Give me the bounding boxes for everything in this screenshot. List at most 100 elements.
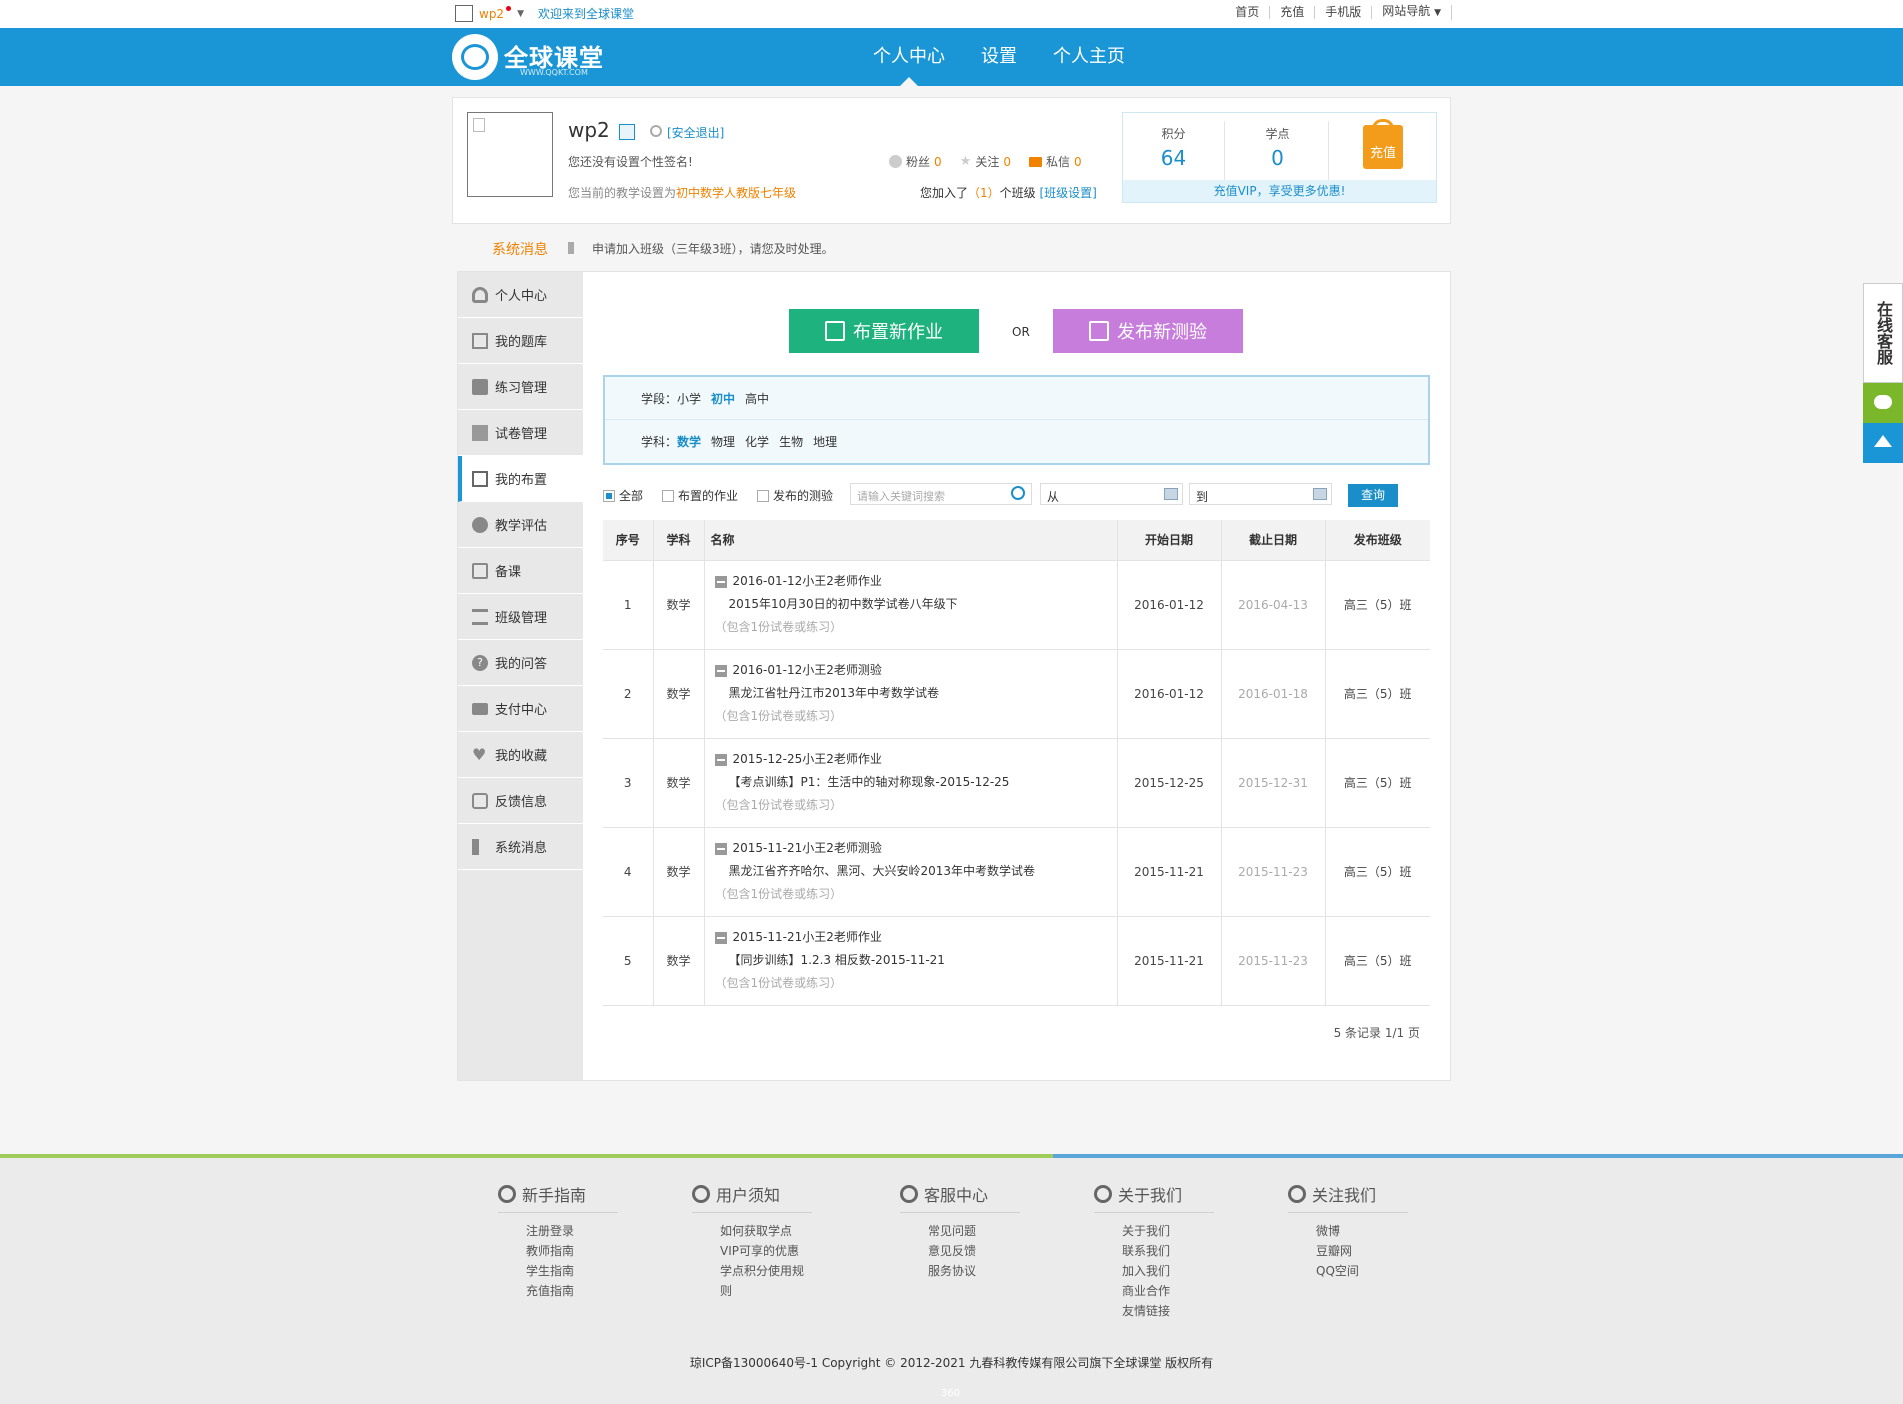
search-icon[interactable] <box>1011 486 1025 500</box>
filter-test-checkbox[interactable]: 发布的测验 <box>757 487 833 504</box>
footer-link[interactable]: 常见问题 <box>928 1221 1020 1241</box>
footer-link[interactable]: 教师指南 <box>526 1241 618 1261</box>
row-no: 3 <box>603 737 654 827</box>
row-class: 高三（5）班 <box>1325 915 1430 1006</box>
footer-link[interactable]: 如何获取学点 <box>720 1221 812 1241</box>
stage-option-primary[interactable]: 小学 <box>677 390 701 407</box>
logo[interactable]: 全球课堂 WWW.QQKT.COM <box>452 32 622 82</box>
footer-link[interactable]: 学点积分使用规则 <box>720 1261 812 1301</box>
footer-link[interactable]: VIP可享的优惠 <box>720 1241 812 1261</box>
paper-title[interactable]: 黑龙江省牡丹江市2013年中考数学试卷 <box>715 682 1117 705</box>
paper-title[interactable]: 黑龙江省齐齐哈尔、黑河、大兴安岭2013年中考数学试卷 <box>715 860 1117 883</box>
footer-link[interactable]: 微博 <box>1316 1221 1408 1241</box>
nav-personal-homepage[interactable]: 个人主页 <box>1035 28 1143 86</box>
footer-link[interactable]: 充值指南 <box>526 1281 618 1301</box>
follow-stat[interactable]: ★ 关注 0 <box>960 153 1011 170</box>
subject-option-geography[interactable]: 地理 <box>813 433 837 450</box>
subject-option-biology[interactable]: 生物 <box>779 433 803 450</box>
sidebar-item-label: 反馈信息 <box>495 795 548 810</box>
footer-link[interactable]: 加入我们 <box>1122 1261 1214 1281</box>
subject-option-physics[interactable]: 物理 <box>711 433 735 450</box>
security-badge[interactable]: 360 <box>941 1388 960 1399</box>
recharge-label: 充值 <box>1369 146 1396 161</box>
sidebar-item-lesson-prep[interactable]: 备课 <box>458 548 583 594</box>
top-link-mobile[interactable]: 手机版 <box>1315 6 1373 19</box>
sidebar-item-feedback[interactable]: 反馈信息 <box>458 778 583 824</box>
back-to-top-icon[interactable] <box>1863 423 1903 463</box>
class-settings-link[interactable]: [班级设置] <box>1040 186 1097 200</box>
recharge-gift-button[interactable]: 充值 <box>1363 119 1403 169</box>
avatar[interactable] <box>467 112 553 197</box>
nav-settings[interactable]: 设置 <box>963 28 1035 86</box>
sidebar-item-my-assignments[interactable]: 我的布置 <box>458 456 583 502</box>
assignment-title[interactable]: 2016-01-12小王2老师作业 <box>733 570 882 593</box>
assignment-title[interactable]: 2016-01-12小王2老师测验 <box>733 659 882 682</box>
calendar-icon[interactable] <box>1313 488 1327 500</box>
sidebar-item-question-bank[interactable]: 我的题库 <box>458 318 583 364</box>
collapse-icon[interactable] <box>714 931 727 944</box>
paper-title[interactable]: 【考点训练】P1：生活中的轴对称现象-2015-12-25 <box>715 771 1117 794</box>
subject-option-math[interactable]: 数学 <box>677 433 701 450</box>
assign-homework-button[interactable]: 布置新作业 <box>789 309 979 353</box>
top-link-site-nav[interactable]: 网站导航 ▼ <box>1372 5 1452 20</box>
message-stat[interactable]: 私信 0 <box>1028 153 1082 170</box>
assignment-title[interactable]: 2015-11-21小王2老师测验 <box>733 837 882 860</box>
footer-link[interactable]: 注册登录 <box>526 1221 618 1241</box>
collapse-icon[interactable] <box>714 664 727 677</box>
nav-personal-center[interactable]: 个人中心 <box>855 28 963 86</box>
footer-link[interactable]: 联系我们 <box>1122 1241 1214 1261</box>
sidebar-item-qa[interactable]: ? 我的问答 <box>458 640 583 686</box>
sidebar-item-practice[interactable]: 练习管理 <box>458 364 583 410</box>
query-button[interactable]: 查询 <box>1348 484 1398 507</box>
assignment-title[interactable]: 2015-12-25小王2老师作业 <box>733 748 882 771</box>
signature-text[interactable]: 您还没有设置个性签名! <box>568 153 693 170</box>
footer-link[interactable]: 友情链接 <box>1122 1301 1214 1321</box>
collapse-icon[interactable] <box>714 753 727 766</box>
sidebar-item-favorites[interactable]: ♥ 我的收藏 <box>458 732 583 778</box>
col-header-end: 截止日期 <box>1221 520 1326 560</box>
online-service-button[interactable]: 在线客服 <box>1863 283 1903 383</box>
footer-col-title: 新手指南 <box>522 1186 587 1205</box>
footer-link[interactable]: 商业合作 <box>1122 1281 1214 1301</box>
vip-promo[interactable]: 充值VIP，享受更多优惠! <box>1123 180 1436 202</box>
sidebar-item-class-management[interactable]: 班级管理 <box>458 594 583 640</box>
subject-option-chemistry[interactable]: 化学 <box>745 433 769 450</box>
footer-link[interactable]: 服务协议 <box>928 1261 1020 1281</box>
top-link-home[interactable]: 首页 <box>1225 6 1271 19</box>
footer-link[interactable]: 学生指南 <box>526 1261 618 1281</box>
footer-link[interactable]: QQ空间 <box>1316 1261 1408 1281</box>
footer-link[interactable]: 豆瓣网 <box>1316 1241 1408 1261</box>
assignment-title[interactable]: 2015-11-21小王2老师作业 <box>733 926 882 949</box>
collapse-icon[interactable] <box>714 842 727 855</box>
top-link-recharge[interactable]: 充值 <box>1270 6 1316 19</box>
collapse-icon[interactable] <box>714 575 727 588</box>
footer-link[interactable]: 意见反馈 <box>928 1241 1020 1261</box>
paper-title[interactable]: 【同步训练】1.2.3 相反数-2015-11-21 <box>715 949 1117 972</box>
logout-link[interactable]: [安全退出] <box>667 124 724 141</box>
sidebar-item-personal-center[interactable]: 个人中心 <box>458 272 583 318</box>
chat-bubble-icon[interactable] <box>1863 383 1903 423</box>
filter-all-checkbox[interactable]: 全部 <box>603 487 643 504</box>
chevron-down-icon[interactable]: ▼ <box>517 9 524 19</box>
stage-option-junior[interactable]: 初中 <box>711 390 735 407</box>
date-from-input[interactable]: 从 <box>1040 483 1183 505</box>
sidebar-item-evaluation[interactable]: 教学评估 <box>458 502 583 548</box>
system-message-text[interactable]: 申请加入班级（三年级3班），请您及时处理。 <box>592 240 834 257</box>
date-to-input[interactable]: 到 <box>1189 483 1332 505</box>
row-subject: 数学 <box>653 737 705 827</box>
footer-link[interactable]: 关于我们 <box>1122 1221 1214 1241</box>
publish-test-button[interactable]: 发布新测验 <box>1053 309 1243 353</box>
stage-option-senior[interactable]: 高中 <box>745 390 769 407</box>
username-dropdown[interactable]: wp2 <box>479 7 504 21</box>
date-from-label: 从 <box>1047 490 1060 504</box>
filter-homework-checkbox[interactable]: 布置的作业 <box>662 487 738 504</box>
fans-stat[interactable]: 粉丝 0 <box>889 153 942 170</box>
keyword-search-input[interactable]: 请输入关键词搜索 <box>850 483 1032 505</box>
sidebar-item-system-messages[interactable]: 系统消息 <box>458 824 583 870</box>
sidebar-item-payment[interactable]: 支付中心 <box>458 686 583 732</box>
sidebar-item-papers[interactable]: 试卷管理 <box>458 410 583 456</box>
filter-test-label: 发布的测验 <box>773 489 834 503</box>
paper-title[interactable]: 2015年10月30日的初中数学试卷八年级下 <box>715 593 1117 616</box>
calendar-icon[interactable] <box>1164 488 1178 500</box>
footer-col-notice: 用户须知 如何获取学点 VIP可享的优惠 学点积分使用规则 <box>692 1182 812 1301</box>
